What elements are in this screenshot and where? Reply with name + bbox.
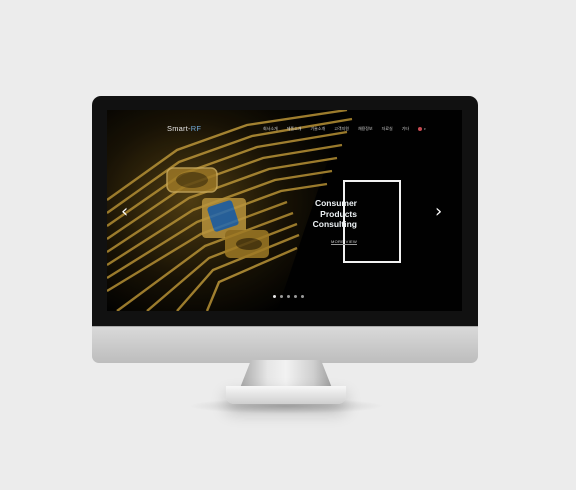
nav-item-technology[interactable]: 기술소개 [310, 126, 325, 132]
slider-pagination [273, 295, 304, 298]
slider-dot[interactable] [301, 295, 304, 298]
site-logo[interactable]: Smart-RF [167, 124, 201, 133]
slider-prev-arrow[interactable]: ‹ [121, 203, 128, 221]
slider-dot[interactable] [280, 295, 283, 298]
monitor-stand-neck [240, 360, 332, 388]
slider-dot[interactable] [294, 295, 297, 298]
nav-item-careers[interactable]: 채용정보 [358, 126, 373, 132]
slider-dot[interactable] [273, 295, 276, 298]
hero-headline: Consumer Products Consulting [295, 198, 357, 230]
chevron-down-icon: ▾ [424, 127, 426, 131]
nav-item-etc[interactable]: 기타 [402, 126, 409, 132]
slider-dot[interactable] [287, 295, 290, 298]
main-navigation: 회사소개 제품소개 기술소개 고객지원 채용정보 자료실 기타 ▾ [263, 125, 426, 133]
monitor-stand-base [226, 386, 346, 404]
website-screen: Smart-RF 회사소개 제품소개 기술소개 고객지원 채용정보 자료실 기타… [107, 110, 462, 311]
nav-item-company[interactable]: 회사소개 [263, 126, 278, 132]
hero-headline-line: Consumer [314, 198, 357, 208]
monitor-chin [92, 326, 478, 363]
hero-rfid-image [107, 110, 462, 311]
language-selector[interactable]: ▾ [418, 127, 426, 131]
nav-item-support[interactable]: 고객지원 [334, 126, 349, 132]
hero-headline-line: Products [320, 208, 357, 219]
flag-icon [418, 127, 423, 131]
slider-next-arrow[interactable]: › [435, 203, 442, 221]
more-view-link[interactable]: MORE VIEW [331, 239, 358, 245]
nav-item-resources[interactable]: 자료실 [382, 126, 393, 132]
hero-headline-line: Consulting [312, 219, 357, 229]
imac-monitor: Smart-RF 회사소개 제품소개 기술소개 고객지원 채용정보 자료실 기타… [0, 0, 576, 490]
nav-item-products[interactable]: 제품소개 [287, 126, 302, 132]
